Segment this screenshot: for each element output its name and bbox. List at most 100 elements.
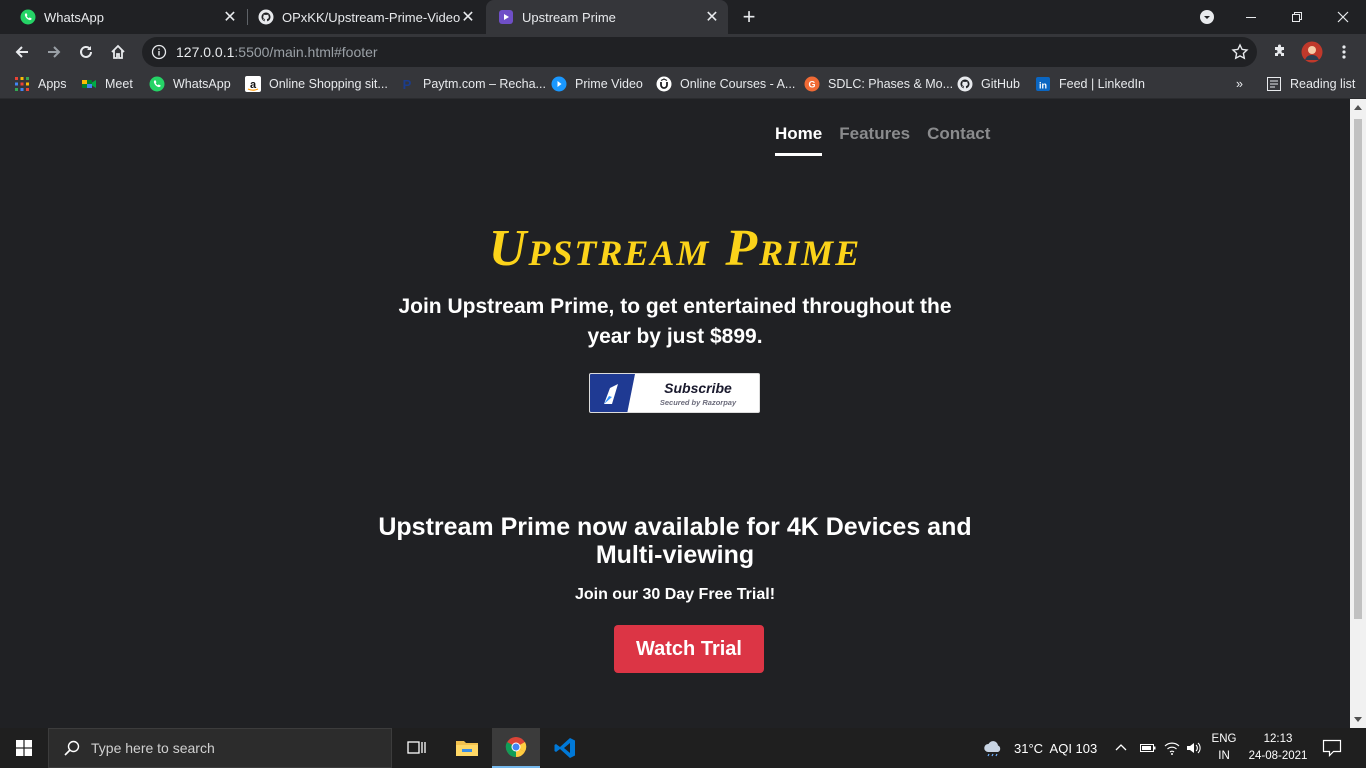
bookmark-label: WhatsApp [173, 77, 231, 91]
browser-tab-strip: WhatsApp ✕ OPxKK/Upstream-Prime-Video-u … [0, 0, 1366, 34]
tab-title: OPxKK/Upstream-Prime-Video-u [282, 9, 460, 25]
nav-contact-link[interactable]: Contact [927, 124, 990, 156]
tab-github[interactable]: OPxKK/Upstream-Prime-Video-u ✕ [238, 0, 484, 34]
file-explorer-icon[interactable] [443, 728, 491, 768]
svg-text:P: P [403, 77, 412, 92]
region-code: IN [1218, 750, 1230, 762]
svg-text:a: a [250, 79, 257, 91]
search-icon [63, 739, 81, 757]
bookmark-udemy[interactable]: Online Courses - A... [656, 70, 795, 98]
forward-icon[interactable] [40, 38, 68, 66]
bookmark-label: GitHub [981, 77, 1020, 91]
bookmark-amazon[interactable]: a Online Shopping sit... [245, 70, 388, 98]
vscode-icon[interactable] [541, 728, 589, 768]
url-text: 127.0.0.1:5500/main.html#footer [176, 44, 378, 60]
reload-icon[interactable] [72, 38, 100, 66]
bookmark-label: Online Shopping sit... [269, 77, 388, 91]
taskbar-search-box[interactable]: Type here to search [48, 728, 392, 768]
tagline: Join Upstream Prime, to get entertained … [398, 295, 952, 348]
language-code: ENG [1211, 733, 1237, 745]
chrome-taskbar-icon[interactable] [492, 728, 540, 768]
sdlc-icon: G [804, 76, 820, 92]
bookmark-meet[interactable]: Meet [81, 70, 133, 98]
meet-icon [81, 76, 97, 92]
whatsapp-icon [149, 76, 165, 92]
close-tab-icon[interactable]: ✕ [704, 9, 720, 26]
reading-list-button[interactable]: Reading list [1266, 70, 1355, 98]
scroll-down-icon[interactable] [1354, 717, 1362, 722]
page-viewport: Home Features Contact Upstream Prime Joi… [0, 99, 1350, 728]
prime-video-icon [498, 9, 514, 25]
page-scrollbar[interactable] [1350, 99, 1366, 728]
svg-text:in: in [1039, 81, 1047, 91]
bookmark-star-icon[interactable] [1231, 43, 1249, 61]
reading-list-icon [1266, 76, 1282, 92]
tab-search-icon[interactable] [1184, 0, 1230, 34]
close-tab-icon[interactable]: ✕ [460, 9, 476, 26]
browser-toolbar: 127.0.0.1:5500/main.html#footer [0, 34, 1366, 70]
bookmark-apps[interactable]: Apps [14, 70, 67, 98]
reading-list-label: Reading list [1290, 77, 1356, 91]
overflow-chevron-icon: » [1236, 77, 1243, 91]
bookmark-label: Prime Video [575, 77, 643, 91]
battery-icon[interactable] [1140, 728, 1156, 768]
bookmark-sdlc[interactable]: G SDLC: Phases & Mo... [804, 70, 953, 98]
search-placeholder: Type here to search [91, 740, 215, 756]
razorpay-subscribe-button[interactable]: Subscribe Secured by Razorpay [589, 373, 760, 413]
wifi-icon[interactable] [1164, 728, 1180, 768]
back-icon[interactable] [8, 38, 36, 66]
os-taskbar: Type here to search 31°C AQI 103 ENG IN … [0, 728, 1366, 768]
scroll-up-icon[interactable] [1354, 105, 1362, 110]
nav-home-link[interactable]: Home [775, 124, 823, 156]
address-bar[interactable]: 127.0.0.1:5500/main.html#footer [142, 37, 1257, 67]
promo-heading: Upstream Prime now available for 4K Devi… [378, 513, 972, 569]
watch-trial-button[interactable]: Watch Trial [614, 625, 764, 673]
udemy-icon [656, 76, 672, 92]
close-window-icon[interactable] [1320, 0, 1366, 34]
site-nav: Home Features Contact [775, 124, 990, 156]
bookmark-paytm[interactable]: P Paytm.com – Recha... [399, 70, 546, 98]
scrollbar-thumb[interactable] [1354, 119, 1362, 619]
clock-time: 12:13 [1263, 733, 1293, 745]
nav-features-link[interactable]: Features [839, 124, 910, 156]
profile-avatar[interactable] [1298, 38, 1326, 66]
github-icon [957, 76, 973, 92]
bookmark-github[interactable]: GitHub [957, 70, 1020, 98]
tray-overflow-chevron-icon[interactable] [1115, 728, 1127, 768]
home-icon[interactable] [104, 38, 132, 66]
bookmark-label: Online Courses - A... [680, 77, 796, 91]
language-indicator[interactable]: ENG IN [1211, 731, 1237, 765]
restore-icon[interactable] [1274, 0, 1320, 34]
notifications-icon[interactable] [1322, 728, 1342, 768]
extensions-icon[interactable] [1266, 38, 1294, 66]
secured-by-label: Secured by Razorpay [659, 398, 737, 407]
bookmark-label: SDLC: Phases & Mo... [828, 77, 954, 91]
tab-title: WhatsApp [44, 9, 104, 25]
subscribe-label: Subscribe [664, 380, 732, 396]
bookmarks-bar: Apps Meet WhatsApp a Online Shopping sit… [0, 70, 1366, 99]
bookmark-prime-video[interactable]: Prime Video [551, 70, 643, 98]
windows-start-icon[interactable] [0, 728, 48, 768]
task-view-icon[interactable] [393, 728, 441, 768]
tab-title: Upstream Prime [522, 9, 616, 25]
weather-text: 31°C AQI 103 [1014, 740, 1098, 756]
close-tab-icon[interactable]: ✕ [222, 9, 238, 26]
brand-title: Upstream Prime [488, 220, 862, 277]
whatsapp-icon [20, 9, 36, 25]
tab-upstream-prime[interactable]: Upstream Prime ✕ [486, 0, 728, 34]
new-tab-icon[interactable]: + [737, 4, 761, 29]
bookmark-whatsapp[interactable]: WhatsApp [149, 70, 231, 98]
minimize-icon[interactable] [1228, 0, 1274, 34]
volume-icon[interactable] [1186, 728, 1202, 768]
weather-widget[interactable]: 31°C AQI 103 [982, 728, 1097, 768]
bookmark-linkedin[interactable]: in Feed | LinkedIn [1035, 70, 1145, 98]
tab-whatsapp[interactable]: WhatsApp ✕ [0, 0, 246, 34]
site-info-icon[interactable] [151, 44, 167, 60]
bookmarks-overflow-button[interactable]: » [1236, 70, 1243, 98]
system-clock[interactable]: 12:13 24-08-2021 [1243, 731, 1313, 765]
bookmark-label: Apps [38, 77, 67, 91]
apps-grid-icon [14, 76, 30, 92]
menu-icon[interactable] [1330, 38, 1358, 66]
promo-subheading: Join our 30 Day Free Trial! [574, 586, 776, 603]
bookmark-label: Feed | LinkedIn [1059, 77, 1145, 91]
